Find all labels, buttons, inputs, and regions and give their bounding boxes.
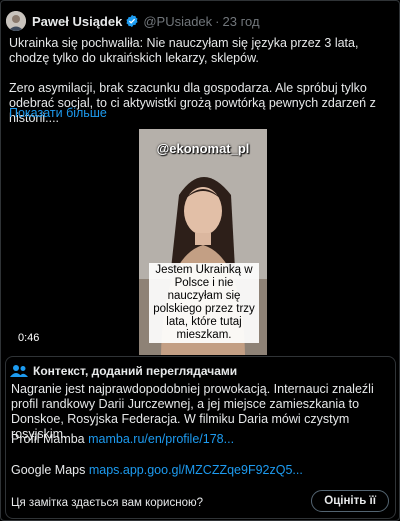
author-handle[interactable]: @PUsiadek bbox=[143, 14, 212, 29]
note-header: Контекст, доданий переглядачами bbox=[10, 362, 237, 380]
link-google-maps[interactable]: maps.app.goo.gl/MZCZZqe9F92zQ5... bbox=[89, 463, 303, 477]
link-mamba[interactable]: mamba.ru/en/profile/178... bbox=[88, 432, 234, 446]
link-label-maps: Google Maps bbox=[11, 463, 86, 477]
video-frame[interactable]: @ekonomat_pl Jestem Ukrainką w Polsce i … bbox=[139, 129, 267, 355]
rate-note-button[interactable]: Оцініть її bbox=[311, 490, 389, 512]
note-title: Контекст, доданий переглядачами bbox=[33, 364, 238, 378]
video-watermark: @ekonomat_pl bbox=[156, 141, 250, 156]
tweet-card: Paweł Usiądek @PUsiadek · 23 год Ukraink… bbox=[0, 0, 400, 521]
verified-badge-icon bbox=[126, 14, 138, 28]
users-icon bbox=[10, 365, 28, 377]
tweet-header: Paweł Usiądek @PUsiadek · 23 год bbox=[6, 9, 260, 33]
video-duration: 0:46 bbox=[14, 331, 44, 345]
link-label-mamba: Profil Mamba bbox=[11, 432, 85, 446]
show-more-link[interactable]: Показати більше bbox=[9, 106, 107, 120]
video-caption: Jestem Ukrainką w Polsce i nie nauczyłam… bbox=[149, 263, 259, 343]
community-note: Контекст, доданий переглядачами Nagranie… bbox=[5, 356, 396, 519]
note-source-mamba: Profil Mamba mamba.ru/en/profile/178... bbox=[11, 432, 234, 446]
separator-dot: · bbox=[215, 13, 220, 29]
note-source-maps: Google Maps maps.app.goo.gl/MZCZZqe9F92z… bbox=[11, 463, 303, 477]
avatar[interactable] bbox=[6, 11, 26, 31]
timestamp[interactable]: 23 год bbox=[223, 14, 260, 29]
video-player[interactable]: @ekonomat_pl Jestem Ukrainką w Polsce i … bbox=[6, 129, 395, 355]
author-name[interactable]: Paweł Usiądek bbox=[32, 14, 122, 29]
note-feedback-question: Ця замітка здається вам корисною? bbox=[11, 497, 203, 509]
